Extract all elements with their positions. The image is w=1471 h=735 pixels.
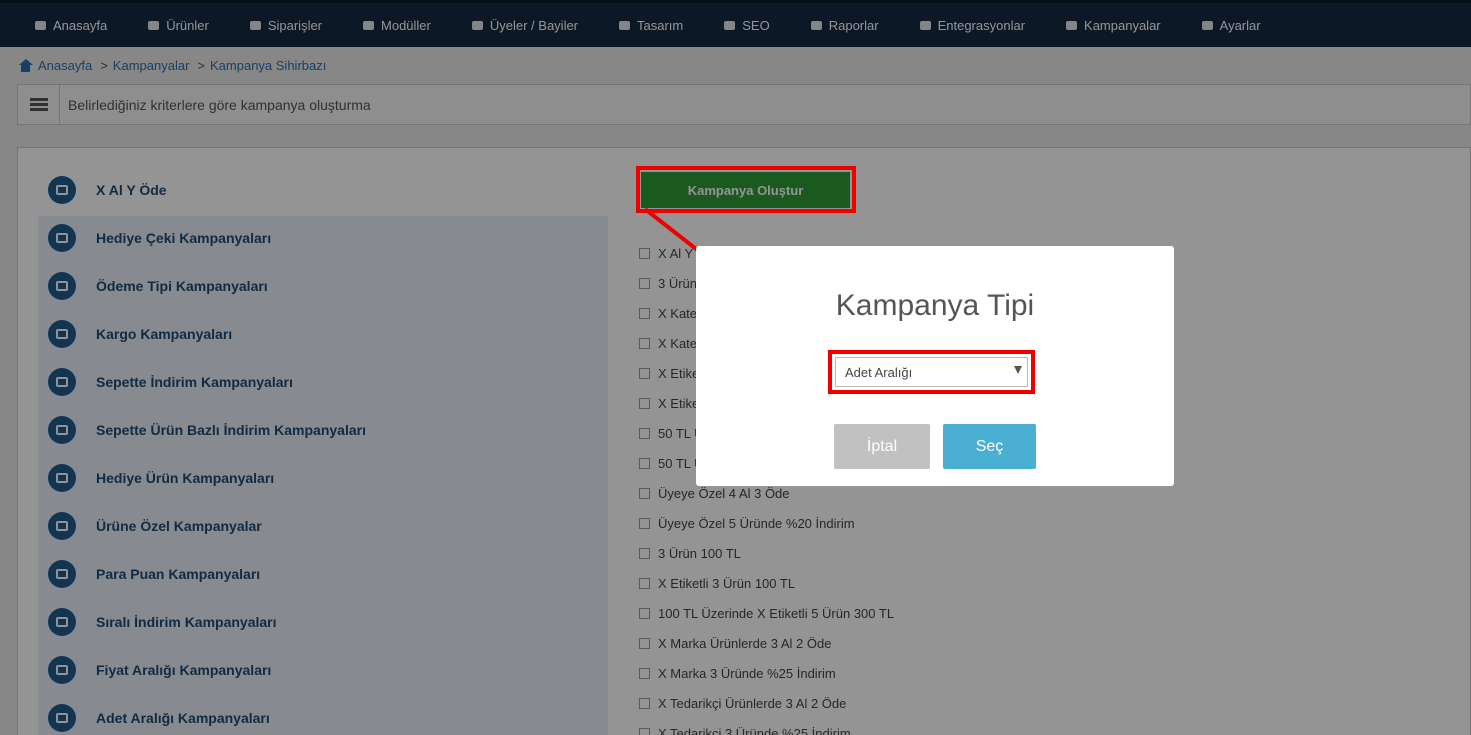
confirm-select-button[interactable]: Seç xyxy=(943,424,1036,469)
annotation-highlight-select: Adet Aralığı xyxy=(828,350,1035,394)
campaign-type-select[interactable]: Adet Aralığı xyxy=(835,357,1028,387)
dropdown-caret-icon xyxy=(1014,366,1022,374)
annotation-highlight-create xyxy=(636,166,856,213)
cancel-button[interactable]: İptal xyxy=(834,424,930,469)
select-value: Adet Aralığı xyxy=(845,364,913,380)
dialog-title: Kampanya Tipi xyxy=(835,289,1035,322)
campaign-type-dialog: Kampanya Tipi Adet Aralığı İptal Seç xyxy=(696,246,1174,486)
